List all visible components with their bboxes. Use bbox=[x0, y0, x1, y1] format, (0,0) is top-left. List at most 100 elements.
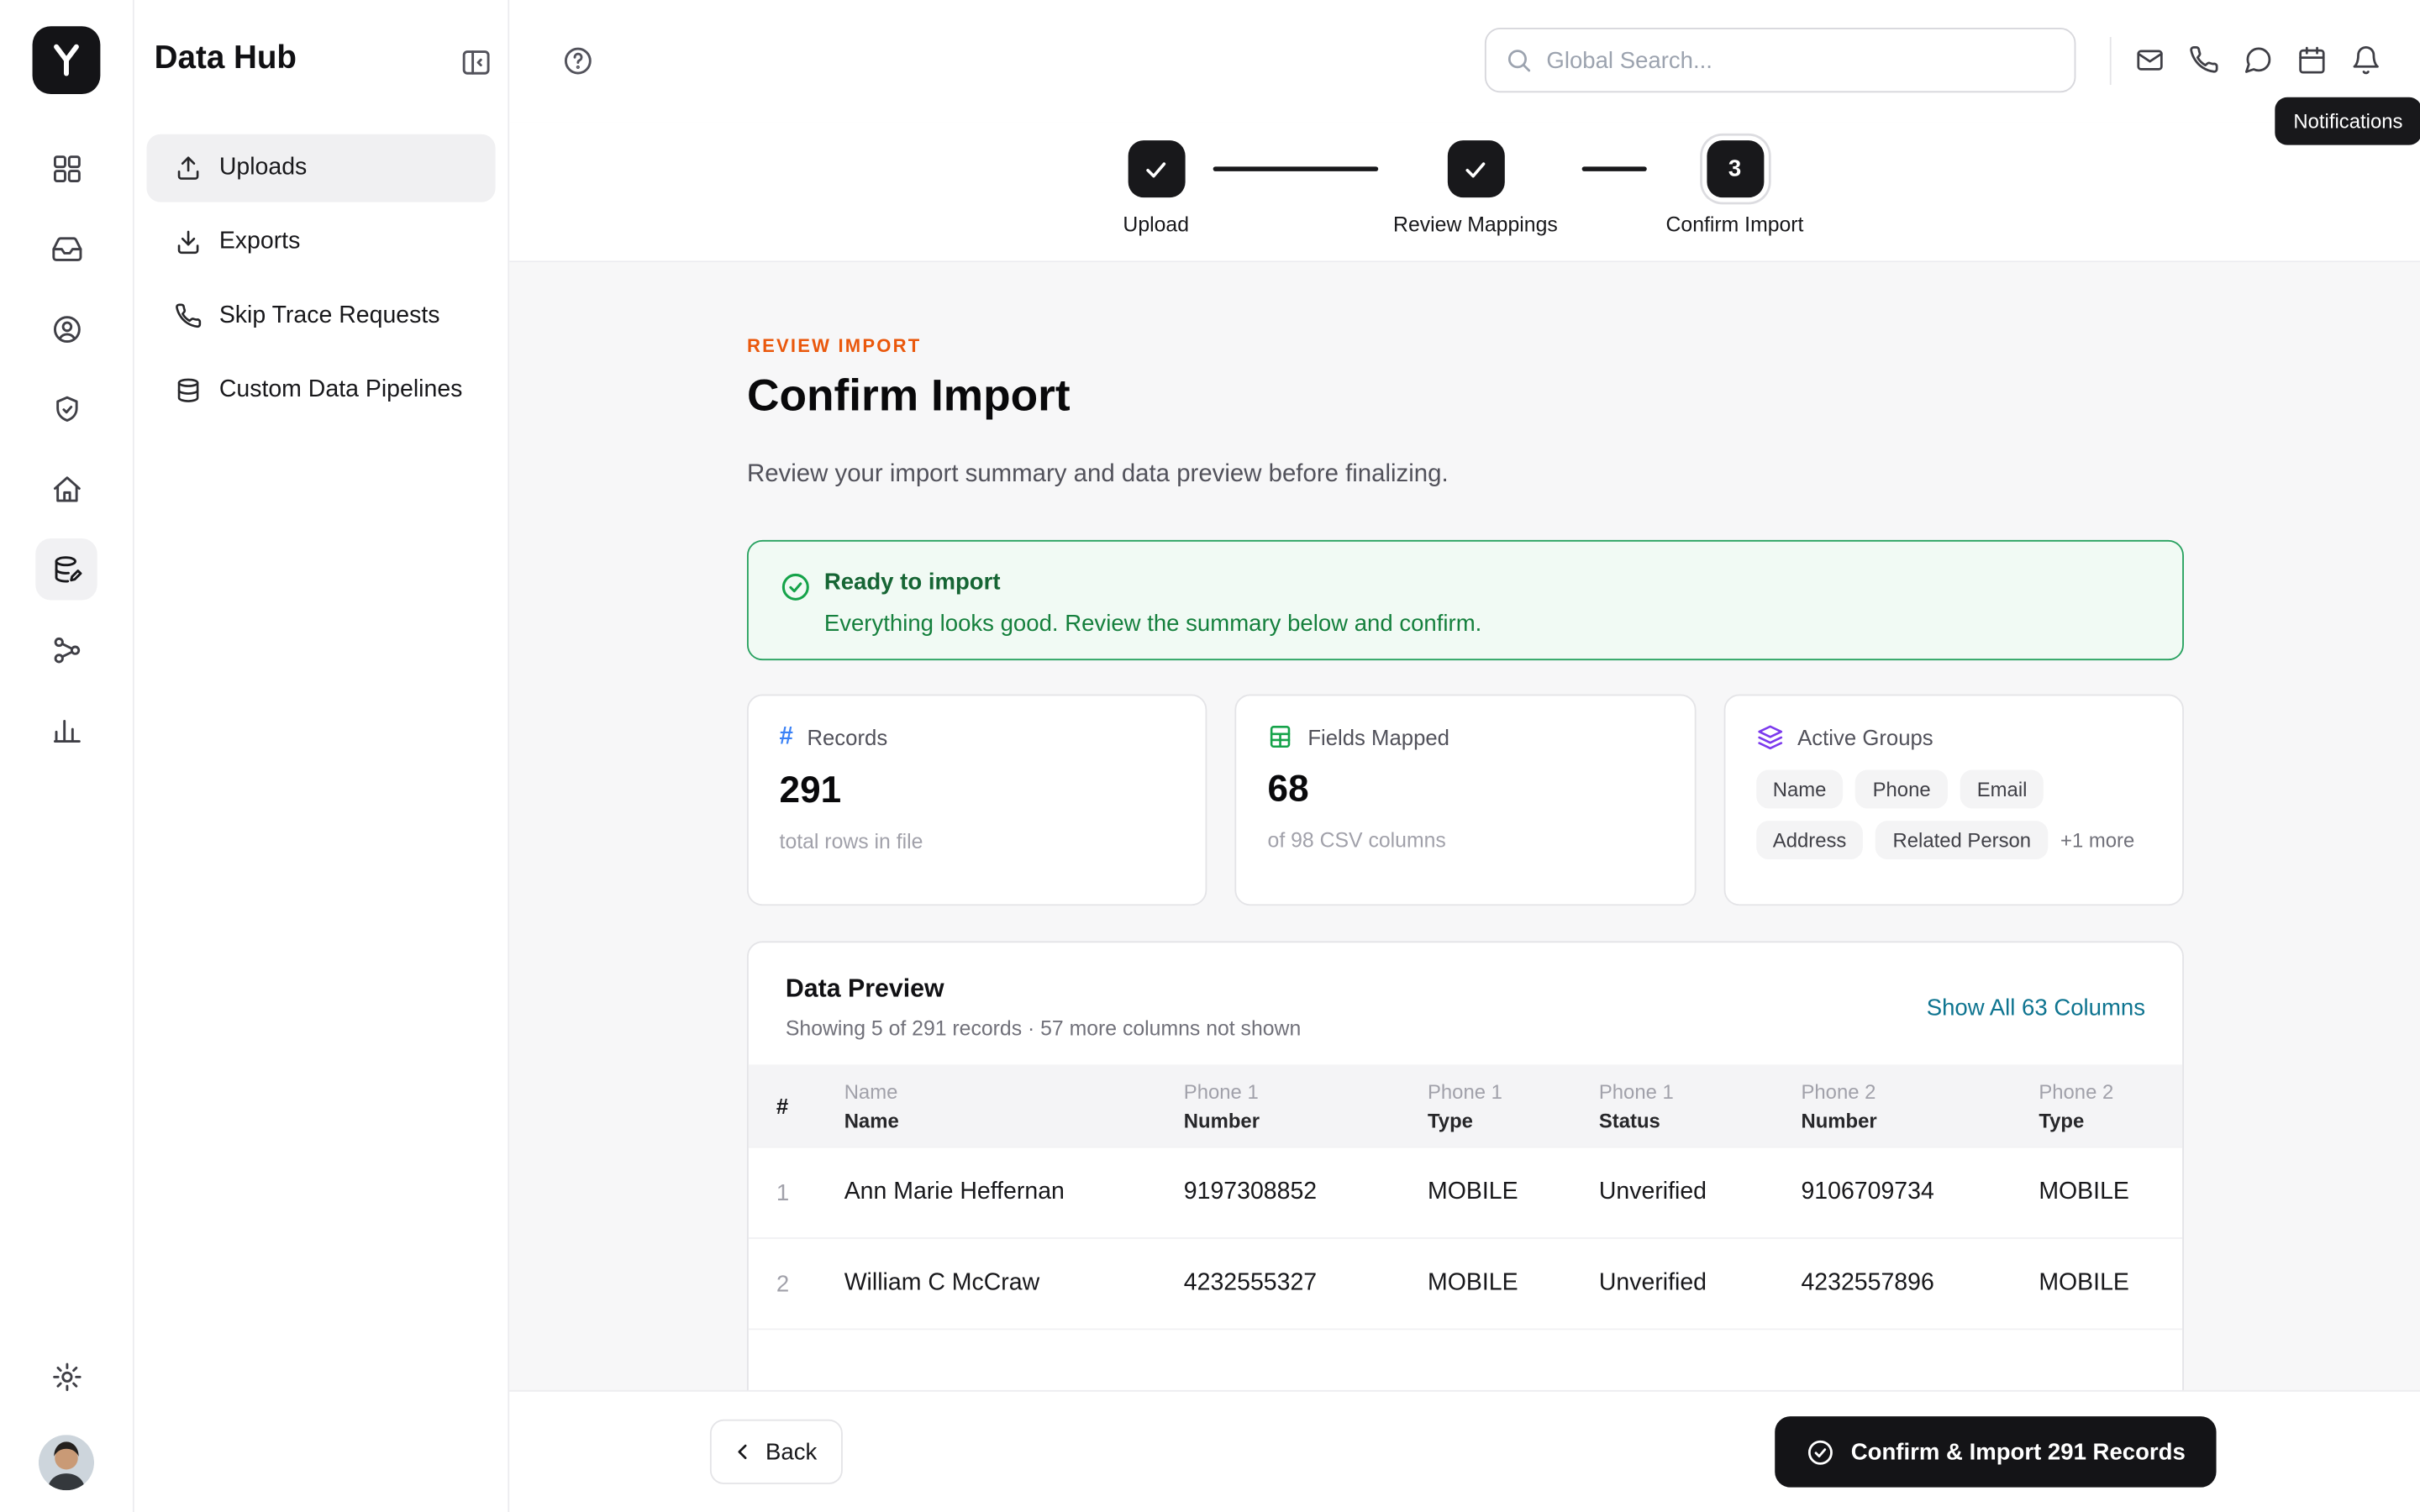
phone-icon bbox=[176, 303, 202, 328]
collapse-sidebar-button[interactable] bbox=[455, 42, 496, 82]
dashboard-icon bbox=[53, 155, 80, 182]
step-upload: Upload bbox=[1033, 140, 1280, 236]
cell-phone2-type: MOBILE bbox=[2039, 1269, 2129, 1296]
rail-settings-button[interactable] bbox=[35, 1346, 97, 1407]
group-chip: Name bbox=[1755, 769, 1844, 809]
rail-contacts-button[interactable] bbox=[35, 297, 97, 359]
database-icon bbox=[177, 378, 199, 402]
app-logo[interactable] bbox=[32, 26, 101, 95]
help-button[interactable] bbox=[550, 33, 605, 88]
step-upload-indicator[interactable] bbox=[1127, 140, 1185, 198]
messages-button[interactable] bbox=[2233, 35, 2283, 85]
sidebar-menu: Uploads Exports Skip Trace Requests Cust… bbox=[134, 122, 508, 424]
calendar-button[interactable] bbox=[2287, 35, 2337, 85]
nodes-icon bbox=[53, 636, 80, 663]
fields-mapped-card: Fields Mapped 68 of 98 CSV columns bbox=[1234, 694, 1696, 906]
logo-y-icon bbox=[54, 44, 79, 76]
rail-properties-button[interactable] bbox=[35, 459, 97, 520]
sidebar-item-label: Custom Data Pipelines bbox=[218, 376, 463, 403]
step-confirm-import: 3 Confirm Import bbox=[1612, 140, 1859, 236]
step-confirm-indicator[interactable]: 3 bbox=[1706, 140, 1764, 198]
column-header-phone1-status: Phone 1 Status bbox=[1598, 1079, 1674, 1132]
data-hub-sidebar: Data Hub Uploads Exports Skip Trace Requ… bbox=[134, 0, 510, 1512]
show-all-columns-link[interactable]: Show All 63 Columns bbox=[1927, 995, 2145, 1021]
sidebar-item-label: Uploads bbox=[218, 154, 308, 181]
calendar-icon bbox=[2299, 46, 2325, 74]
step-review-indicator[interactable] bbox=[1446, 140, 1504, 198]
bell-icon bbox=[2353, 45, 2379, 75]
hash-icon: # bbox=[779, 723, 793, 750]
sidebar-item-skip-trace[interactable]: Skip Trace Requests bbox=[146, 282, 495, 350]
table-header-row: # Name Name Phone 1 Number Phone 1 Type Pho… bbox=[748, 1064, 2183, 1147]
layers-icon bbox=[1757, 725, 1782, 750]
user-circle-icon bbox=[53, 315, 80, 343]
app-screen: Data Hub Uploads Exports Skip Trace Requ… bbox=[0, 0, 2420, 1512]
card-label: Fields Mapped bbox=[1307, 724, 1449, 749]
sidebar-title: Data Hub bbox=[154, 39, 297, 76]
card-label: Active Groups bbox=[1797, 725, 1933, 750]
column-header-name: Name Name bbox=[844, 1079, 899, 1132]
rail-data-hub-button[interactable] bbox=[35, 538, 97, 601]
step-review-mappings: Review Mappings bbox=[1352, 140, 1599, 236]
rail-deals-button[interactable] bbox=[35, 378, 97, 439]
column-header-phone2-number: Phone 2 Number bbox=[1801, 1079, 1877, 1132]
banner-message: Everything looks good. Review the summar… bbox=[823, 611, 1482, 638]
cell-name: William C McCraw bbox=[844, 1269, 1040, 1296]
shield-icon bbox=[55, 395, 77, 422]
sidebar-item-custom-pipelines[interactable]: Custom Data Pipelines bbox=[146, 356, 495, 424]
panel-collapse-icon bbox=[461, 50, 489, 74]
rail-analytics-button[interactable] bbox=[35, 699, 97, 760]
fields-mapped-caption: of 98 CSV columns bbox=[1267, 828, 1446, 852]
viewport: Data Hub Uploads Exports Skip Trace Requ… bbox=[0, 0, 2420, 1512]
notifications-button[interactable] bbox=[2341, 35, 2391, 85]
help-icon bbox=[564, 46, 591, 74]
global-search bbox=[1484, 28, 2076, 93]
action-footer: Back Confirm & Import 291 Records bbox=[509, 1391, 2420, 1512]
active-groups-card: Active Groups Name Phone Email Address R… bbox=[1723, 694, 2184, 906]
step-label: Confirm Import bbox=[1665, 213, 1804, 237]
rail-inbox-button[interactable] bbox=[35, 218, 97, 279]
group-chip: Address bbox=[1755, 821, 1864, 860]
step-number: 3 bbox=[1728, 155, 1742, 182]
download-icon bbox=[177, 230, 199, 255]
data-edit-icon bbox=[54, 555, 82, 582]
confirm-import-button[interactable]: Confirm & Import 291 Records bbox=[1775, 1416, 2217, 1488]
settings-icon bbox=[52, 1362, 81, 1391]
sidebar-item-label: Exports bbox=[218, 228, 301, 255]
global-search-input[interactable] bbox=[1546, 47, 2056, 74]
records-value: 291 bbox=[779, 769, 842, 812]
cell-name: Ann Marie Heffernan bbox=[844, 1179, 1065, 1205]
check-circle-icon bbox=[780, 571, 813, 604]
table-row: 2 William C McCraw 4232555327 MOBILE Unv… bbox=[748, 1237, 2183, 1328]
back-label: Back bbox=[765, 1438, 818, 1465]
mail-button[interactable] bbox=[2125, 35, 2175, 85]
page-title: Confirm Import bbox=[746, 371, 1071, 422]
back-button[interactable]: Back bbox=[709, 1419, 844, 1484]
chat-icon bbox=[2244, 47, 2271, 73]
top-header: Notifications bbox=[509, 0, 2420, 145]
check-circle-icon bbox=[1808, 1439, 1833, 1464]
rail-dashboard-button[interactable] bbox=[35, 137, 97, 198]
group-chip: Related Person bbox=[1876, 821, 2049, 860]
row-index: 2 bbox=[776, 1270, 790, 1297]
rail-integrations-button[interactable] bbox=[35, 619, 97, 680]
home-icon bbox=[53, 475, 80, 501]
fields-mapped-value: 68 bbox=[1267, 768, 1309, 811]
page-subtitle: Review your import summary and data prev… bbox=[746, 461, 1449, 488]
calls-button[interactable] bbox=[2179, 35, 2228, 85]
icon-rail bbox=[0, 0, 134, 1512]
column-header-index: # bbox=[776, 1093, 789, 1118]
upload-icon bbox=[177, 156, 199, 180]
ready-banner: Ready to import Everything looks good. R… bbox=[746, 539, 2184, 661]
user-avatar[interactable] bbox=[38, 1435, 95, 1491]
group-chips: Name Phone Email Address Related Person … bbox=[1755, 769, 2152, 860]
check-icon bbox=[1146, 161, 1166, 177]
records-caption: total rows in file bbox=[779, 830, 923, 853]
sidebar-item-exports[interactable]: Exports bbox=[146, 208, 495, 276]
table-row: 1 Ann Marie Heffernan 9197308852 MOBILE … bbox=[748, 1146, 2183, 1237]
mail-icon bbox=[2137, 50, 2163, 71]
records-card: # Records 291 total rows in file bbox=[746, 694, 1207, 906]
table-row bbox=[748, 1328, 2183, 1371]
cell-phone1-number: 4232555327 bbox=[1183, 1269, 1318, 1296]
sidebar-item-uploads[interactable]: Uploads bbox=[146, 134, 496, 202]
